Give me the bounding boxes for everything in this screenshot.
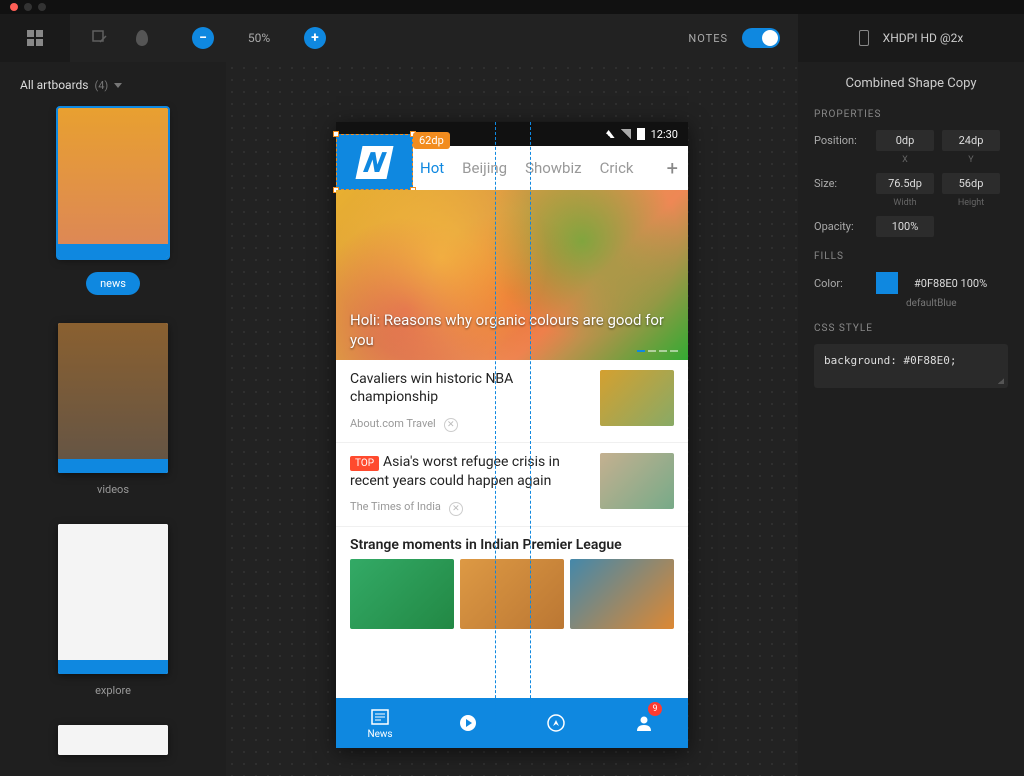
- size-width[interactable]: 76.5dp: [876, 173, 934, 194]
- chevron-down-icon: [114, 83, 122, 88]
- tab-beijing[interactable]: Beijing: [462, 159, 507, 177]
- selected-logo-shape[interactable]: N: [336, 134, 413, 190]
- signal-icon: [621, 129, 631, 139]
- minimize-window-button[interactable]: [24, 3, 32, 11]
- nav-news[interactable]: News: [336, 698, 424, 748]
- tab-showbiz[interactable]: Showbiz: [525, 159, 582, 177]
- hero-title: Holi: Reasons why organic colours are go…: [336, 301, 688, 360]
- zoom-in-button[interactable]: +: [304, 27, 326, 49]
- canvas[interactable]: 12:30 N 62dp Hot Beijing Showbiz Crick +: [226, 62, 798, 776]
- compass-icon: [546, 713, 566, 733]
- position-y[interactable]: 24dp: [942, 130, 1000, 151]
- section-title: Strange moments in Indian Premier League: [336, 527, 688, 559]
- artboard-label: explore: [20, 684, 206, 697]
- notes-toggle[interactable]: [742, 28, 780, 48]
- app-header: N 62dp Hot Beijing Showbiz Crick +: [336, 146, 688, 190]
- artboards-sidebar: All artboards (4) news videos explore: [0, 62, 226, 776]
- edit-icon[interactable]: [92, 30, 108, 46]
- story-thumb: [600, 453, 674, 509]
- measurement-badge: 62dp: [413, 132, 450, 149]
- artboard-thumb-explore[interactable]: [58, 524, 168, 674]
- list-item[interactable]: Cavaliers win historic NBA championship …: [336, 360, 688, 443]
- mac-titlebar: [0, 0, 1024, 14]
- maximize-window-button[interactable]: [38, 3, 46, 11]
- close-window-button[interactable]: [10, 3, 18, 11]
- story-title: Cavaliers win historic NBA championship: [350, 370, 588, 406]
- artboard-thumb-news[interactable]: [58, 108, 168, 258]
- person-icon: [634, 713, 654, 733]
- story-source: The Times of India: [350, 500, 441, 513]
- zoom-level: 50%: [242, 31, 276, 45]
- dismiss-icon[interactable]: ✕: [444, 418, 458, 432]
- artboard-label: videos: [20, 483, 206, 496]
- top-badge: TOP: [350, 456, 379, 471]
- color-value[interactable]: #0F88E0 100%: [914, 277, 987, 290]
- carousel-dots: [637, 350, 678, 352]
- css-code[interactable]: background: #0F88E0;: [814, 344, 1008, 388]
- zoom-out-button[interactable]: −: [192, 27, 214, 49]
- bottom-nav: News 9: [336, 698, 688, 748]
- wifi-icon: [603, 130, 615, 138]
- color-swatch[interactable]: [876, 272, 898, 294]
- device-label[interactable]: XHDPI HD @2x: [883, 31, 964, 45]
- artboard-thumb-4[interactable]: [58, 725, 168, 755]
- top-toolbar: − 50% + NOTES XHDPI HD @2x: [0, 14, 1024, 62]
- story-source: About.com Travel: [350, 417, 436, 430]
- list-item[interactable]: TOPAsia's worst refugee crisis in recent…: [336, 443, 688, 526]
- story-title: TOPAsia's worst refugee crisis in recent…: [350, 453, 588, 489]
- section-fills: FILLS: [814, 251, 1008, 262]
- artboards-header[interactable]: All artboards (4): [20, 78, 206, 92]
- inspector-panel: Combined Shape Copy PROPERTIES Position:…: [798, 62, 1024, 776]
- notes-label: NOTES: [688, 32, 728, 45]
- image-grid: [336, 559, 688, 629]
- hero-image[interactable]: Holi: Reasons why organic colours are go…: [336, 190, 688, 360]
- artboard-phone[interactable]: 12:30 N 62dp Hot Beijing Showbiz Crick +: [336, 122, 688, 748]
- battery-icon: [637, 128, 645, 140]
- opacity-value[interactable]: 100%: [876, 216, 934, 237]
- dismiss-icon[interactable]: ✕: [449, 502, 463, 516]
- eyedropper-icon[interactable]: [136, 30, 148, 46]
- color-name: defaultBlue: [906, 298, 1008, 309]
- selection-name: Combined Shape Copy: [814, 76, 1008, 91]
- device-icon: [859, 30, 869, 46]
- notification-badge: 9: [648, 702, 662, 716]
- story-thumb: [600, 370, 674, 426]
- position-x[interactable]: 0dp: [876, 130, 934, 151]
- section-css: CSS STYLE: [814, 323, 1008, 334]
- nav-video[interactable]: [424, 698, 512, 748]
- grid-thumb[interactable]: [570, 559, 674, 629]
- tab-cricket[interactable]: Crick: [600, 159, 634, 177]
- grid-thumb[interactable]: [350, 559, 454, 629]
- nav-explore[interactable]: [512, 698, 600, 748]
- news-icon: [370, 707, 390, 727]
- grid-view-icon[interactable]: [27, 30, 43, 46]
- nav-profile[interactable]: 9: [600, 698, 688, 748]
- logo-letter: N: [355, 146, 393, 179]
- add-tab-icon[interactable]: +: [667, 156, 678, 180]
- grid-thumb[interactable]: [460, 559, 564, 629]
- artboard-thumb-videos[interactable]: [58, 323, 168, 473]
- play-icon: [458, 713, 478, 733]
- size-height[interactable]: 56dp: [942, 173, 1000, 194]
- tab-hot[interactable]: Hot: [420, 159, 444, 177]
- artboard-label: news: [86, 272, 140, 295]
- section-properties: PROPERTIES: [814, 109, 1008, 120]
- clock: 12:30: [651, 128, 678, 141]
